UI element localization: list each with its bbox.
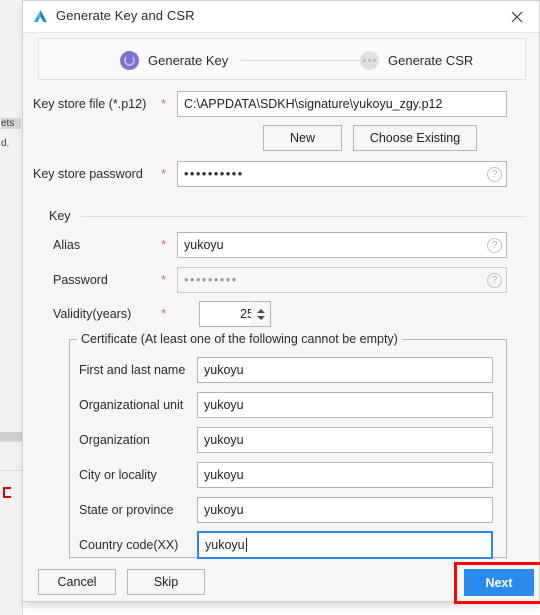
background-text-fragment-1: ets — [1, 118, 21, 129]
skip-button[interactable]: Skip — [127, 569, 205, 595]
keystore-file-input[interactable]: C:\APPDATA\SDKH\signature\yukoyu_zgy.p12 — [177, 91, 507, 117]
close-icon[interactable] — [495, 1, 539, 32]
key-group-divider — [81, 216, 526, 217]
background-scrollbar[interactable] — [0, 432, 22, 441]
cert-country-code-value: yukoyu — [205, 538, 245, 552]
cert-country-code-label: Country code(XX) — [79, 538, 179, 552]
cancel-button[interactable]: Cancel — [38, 569, 116, 595]
stepper-step-generate-csr[interactable]: Generate CSR — [360, 39, 473, 81]
key-group-title: Key — [49, 209, 77, 223]
stepper-step-generate-key-label: Generate Key — [148, 52, 229, 68]
background-annotation-fragment — [3, 487, 11, 498]
cert-first-last-name-input[interactable]: yukoyu — [197, 357, 493, 383]
cert-organizational-unit-label: Organizational unit — [79, 398, 184, 412]
stepper-connector — [241, 60, 366, 61]
keystore-password-help-icon[interactable]: ? — [487, 167, 502, 182]
generate-key-and-csr-dialog: Generate Key and CSR Generate Key Genera… — [22, 0, 540, 604]
certificate-group-legend: Certificate (At least one of the followi… — [77, 332, 402, 346]
background-divider-1 — [0, 441, 22, 442]
wizard-stepper: Generate Key Generate CSR — [38, 38, 526, 80]
keystore-password-required-marker: * — [161, 166, 167, 181]
cert-organization-label: Organization — [79, 433, 150, 447]
keystore-password-label: Key store password — [33, 167, 143, 181]
cert-organization-input[interactable]: yukoyu — [197, 427, 493, 453]
cert-state-or-province-label: State or province — [79, 503, 174, 517]
keystore-password-input[interactable]: •••••••••• — [177, 161, 507, 187]
dialog-titlebar: Generate Key and CSR — [23, 1, 539, 33]
key-alias-required-marker: * — [161, 237, 167, 252]
background-divider-2 — [0, 470, 22, 471]
keystore-file-label: Key store file (*.p12) — [33, 97, 147, 111]
cert-country-code-input[interactable]: yukoyu — [197, 531, 493, 559]
key-password-required-marker: * — [161, 272, 167, 287]
next-button[interactable]: Next — [464, 569, 534, 596]
key-password-label: Password — [53, 273, 108, 287]
keystore-file-required-marker: * — [161, 96, 167, 111]
stepper-step-generate-key[interactable]: Generate Key — [120, 39, 228, 81]
cert-state-or-province-input[interactable]: yukoyu — [197, 497, 493, 523]
key-password-input[interactable]: ••••••••• — [177, 267, 507, 293]
cert-first-last-name-label: First and last name — [79, 363, 186, 377]
android-studio-logo-icon — [32, 8, 49, 25]
cert-city-or-locality-input[interactable]: yukoyu — [197, 462, 493, 488]
choose-existing-keystore-button[interactable]: Choose Existing — [353, 125, 477, 151]
stepper-step-generate-csr-label: Generate CSR — [388, 52, 474, 68]
key-alias-help-icon[interactable]: ? — [487, 238, 502, 253]
key-alias-label: Alias — [53, 238, 81, 252]
chevron-up-icon[interactable] — [256, 308, 265, 313]
ellipsis-circle-icon — [360, 50, 379, 70]
chevron-down-icon[interactable] — [256, 315, 265, 320]
background-text-fragment-2: d. — [1, 138, 10, 149]
key-alias-input[interactable]: yukoyu — [177, 232, 507, 258]
key-validity-stepper[interactable] — [251, 301, 271, 327]
key-validity-required-marker: * — [161, 306, 167, 321]
key-password-help-icon[interactable]: ? — [487, 273, 502, 288]
new-keystore-button[interactable]: New — [263, 125, 342, 151]
text-caret — [245, 538, 247, 552]
dialog-title: Generate Key and CSR — [56, 8, 195, 23]
key-validity-label: Validity(years) — [53, 307, 132, 321]
cert-organizational-unit-input[interactable]: yukoyu — [197, 392, 493, 418]
background-panel-strip — [0, 0, 23, 615]
spinner-circle-icon — [120, 50, 139, 70]
cert-city-or-locality-label: City or locality — [79, 468, 157, 482]
